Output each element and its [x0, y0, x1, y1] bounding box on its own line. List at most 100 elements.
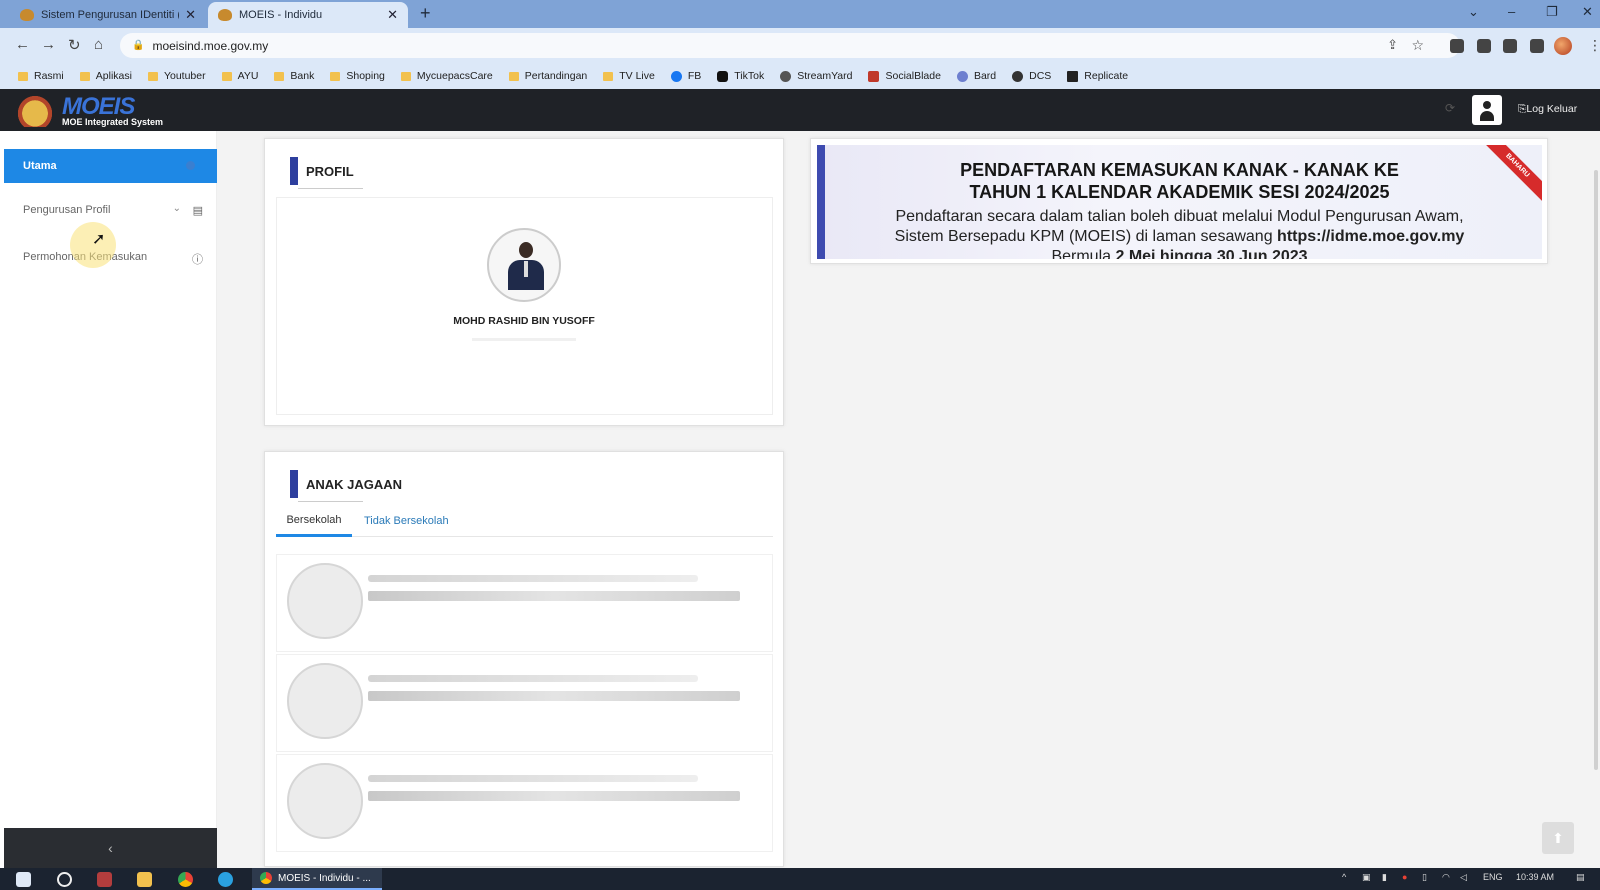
avatar[interactable]: [487, 228, 561, 302]
list-item: [276, 654, 773, 752]
search-icon[interactable]: [57, 872, 72, 887]
site-favicon-icon: [20, 9, 34, 21]
app-icon[interactable]: [97, 872, 112, 887]
home-icon: [186, 161, 195, 170]
tray-icon[interactable]: ▮: [1382, 872, 1387, 883]
app-header: MOEIS MOE Integrated System: [0, 89, 1600, 131]
close-tab-icon[interactable]: ✕: [185, 7, 196, 23]
bookmark-item[interactable]: Aplikasi: [79, 70, 132, 82]
taskbar-active-window[interactable]: MOEIS - Individu - ...: [252, 868, 382, 890]
tab-search-icon[interactable]: ⌄: [1468, 4, 1479, 20]
streamyard-icon: [780, 70, 792, 82]
tab-tidak-bersekolah[interactable]: Tidak Bersekolah: [364, 505, 449, 537]
sidebar-collapse-button[interactable]: ‹: [4, 828, 217, 868]
mouse-cursor-icon: ➚: [92, 231, 106, 248]
bookmark-item[interactable]: MycuepacsCare: [400, 70, 493, 82]
profile-card-title: PROFIL: [290, 157, 363, 189]
minimize-icon[interactable]: –: [1508, 4, 1515, 19]
forward-icon[interactable]: →: [41, 36, 56, 53]
windows-start-icon[interactable]: [16, 872, 31, 887]
browser-tab-bar: Sistem Pengurusan IDentiti (idM ✕ MOEIS …: [0, 0, 1600, 28]
chrome-icon[interactable]: [178, 872, 193, 887]
mic-icon[interactable]: ▯: [1422, 872, 1427, 883]
bookmark-item[interactable]: SocialBlade: [868, 70, 941, 82]
close-tab-icon[interactable]: ✕: [387, 7, 398, 23]
folder-icon: [400, 71, 411, 81]
text-placeholder: [368, 675, 698, 682]
record-icon[interactable]: ●: [1402, 872, 1407, 882]
announcement-banner: PENDAFTARAN KEMASUKAN KANAK - KANAK KE T…: [810, 138, 1548, 264]
url-field[interactable]: 🔒 moeisind.moe.gov.my ⇪ ☆: [120, 33, 1460, 58]
bookmark-item[interactable]: Pertandingan: [508, 70, 587, 82]
extension-icon[interactable]: [1477, 39, 1491, 53]
side-panel-icon[interactable]: [1530, 39, 1544, 53]
extension-icon[interactable]: [1450, 39, 1464, 53]
language-indicator[interactable]: ENG: [1483, 872, 1503, 882]
anak-jagaan-tabs: Bersekolah Tidak Bersekolah: [276, 505, 773, 537]
tray-chevron-icon[interactable]: ^: [1342, 872, 1346, 882]
puzzle-icon[interactable]: [1503, 39, 1517, 53]
restore-icon[interactable]: ❐: [1546, 4, 1558, 20]
sidebar-item-utama[interactable]: Utama: [4, 149, 217, 183]
banner-body: Pendaftaran secara dalam talian boleh di…: [894, 208, 1465, 259]
wifi-icon[interactable]: ◠: [1442, 872, 1450, 883]
text-placeholder: [368, 775, 698, 782]
bookmark-item[interactable]: DCS: [1012, 70, 1051, 82]
close-window-icon[interactable]: ✕: [1582, 4, 1593, 20]
page-scrollbar[interactable]: [1594, 170, 1598, 770]
clock[interactable]: 10:39 AM: [1516, 872, 1554, 882]
bookmark-item[interactable]: TikTok: [717, 70, 764, 82]
file-explorer-icon[interactable]: [137, 872, 152, 887]
address-bar-row: ← → ↻ ⌂ 🔒 moeisind.moe.gov.my ⇪ ☆: [0, 28, 1600, 63]
profile-card-icon: ▤: [192, 205, 203, 217]
notification-icon[interactable]: ▤: [1576, 872, 1585, 883]
facebook-icon: [670, 70, 682, 82]
browser-menu-icon[interactable]: ⋮: [1588, 37, 1600, 54]
bookmark-item[interactable]: FB: [670, 70, 701, 82]
chrome-icon: [260, 872, 272, 884]
bookmark-item[interactable]: Replicate: [1067, 70, 1128, 82]
reload-icon[interactable]: ↻: [68, 36, 81, 54]
tray-icon[interactable]: ▣: [1362, 872, 1371, 883]
user-icon: [1483, 101, 1491, 109]
refresh-icon[interactable]: ⟳: [1445, 101, 1455, 115]
volume-icon[interactable]: ◁: [1460, 872, 1467, 883]
browser-profile-avatar[interactable]: [1554, 37, 1572, 55]
bookmark-item[interactable]: Bank: [274, 70, 314, 82]
bookmark-item[interactable]: Youtuber: [147, 70, 206, 82]
app-logo-subtitle: MOE Integrated System: [62, 117, 164, 127]
bookmark-item[interactable]: Shoping: [330, 70, 385, 82]
bookmark-item[interactable]: StreamYard: [780, 70, 852, 82]
telegram-icon[interactable]: [218, 872, 233, 887]
share-icon[interactable]: ⇪: [1387, 37, 1398, 53]
logout-link[interactable]: ⎘Log Keluar: [1518, 103, 1577, 116]
bookmark-item[interactable]: AYU: [221, 70, 258, 82]
folder-icon: [221, 71, 232, 81]
scroll-to-top-button[interactable]: ⬆: [1542, 822, 1574, 854]
divider: [472, 338, 576, 341]
bookmark-star-icon[interactable]: ☆: [1411, 37, 1424, 54]
socialblade-icon: [868, 70, 880, 82]
folder-icon: [147, 71, 158, 81]
folder-icon: [508, 71, 519, 81]
banner-heading: PENDAFTARAN KEMASUKAN KANAK - KANAK KE T…: [960, 160, 1399, 202]
tab-bersekolah[interactable]: Bersekolah: [276, 505, 352, 537]
text-placeholder: [368, 575, 698, 582]
sidebar-item-pengurusan-profil[interactable]: Pengurusan Profil ⌄ ▤: [23, 203, 203, 217]
home-icon[interactable]: ⌂: [94, 36, 103, 53]
back-icon[interactable]: ←: [15, 36, 30, 53]
browser-tab-moeis[interactable]: MOEIS - Individu ✕: [208, 2, 408, 28]
bookmark-item[interactable]: TV Live: [603, 70, 655, 82]
text-placeholder: [368, 691, 740, 701]
list-item: [276, 554, 773, 652]
folder-icon: [330, 71, 341, 81]
bookmark-item[interactable]: Rasmi: [18, 70, 64, 82]
coat-of-arms-logo: [15, 93, 55, 127]
banner-link: https://idme.moe.gov.my: [1277, 228, 1465, 245]
bookmark-item[interactable]: Bard: [956, 70, 996, 82]
user-menu-button[interactable]: [1472, 95, 1502, 125]
browser-tab-idme[interactable]: Sistem Pengurusan IDentiti (idM ✕: [10, 2, 206, 28]
new-tab-button[interactable]: +: [420, 3, 431, 24]
banner-image[interactable]: PENDAFTARAN KEMASUKAN KANAK - KANAK KE T…: [817, 145, 1542, 259]
replicate-icon: [1067, 70, 1079, 82]
